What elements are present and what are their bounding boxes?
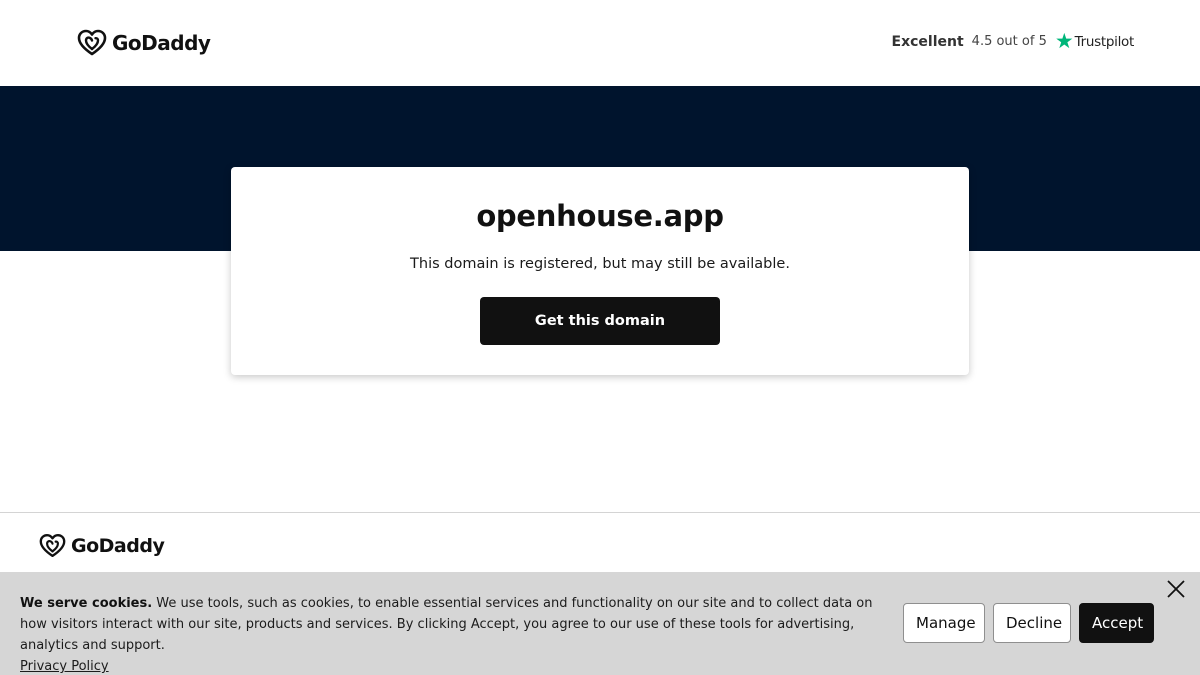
footer-divider [0, 512, 1200, 513]
close-icon[interactable] [1165, 578, 1187, 600]
domain-name: openhouse.app [476, 199, 724, 233]
cookie-actions: Manage Decline Accept [903, 603, 1154, 643]
rating-score: 4.5 out of 5 [971, 34, 1047, 49]
domain-card: openhouse.app This domain is registered,… [231, 167, 969, 375]
trustpilot-rating[interactable]: Excellent 4.5 out of 5 ★ Trustpilot [891, 29, 1135, 53]
decline-cookies-button[interactable]: Decline [993, 603, 1071, 643]
site-header: GoDaddy Excellent 4.5 out of 5 ★ Trustpi… [0, 0, 1200, 86]
footer-godaddy-logo[interactable]: GoDaddy [39, 533, 165, 558]
brand-name: GoDaddy [112, 30, 211, 55]
trustpilot-wordmark: Trustpilot [1074, 33, 1135, 50]
domain-status-message: This domain is registered, but may still… [410, 256, 790, 272]
trustpilot-star-icon: ★ [1054, 29, 1074, 53]
get-this-domain-button[interactable]: Get this domain [480, 297, 720, 345]
godaddy-logo[interactable]: GoDaddy [77, 29, 211, 56]
accept-cookies-button[interactable]: Accept [1079, 603, 1154, 643]
privacy-policy-link[interactable]: Privacy Policy [20, 659, 109, 674]
manage-cookies-button[interactable]: Manage [903, 603, 985, 643]
cookie-heading: We serve cookies. [20, 596, 153, 611]
cookie-message: We serve cookies. We use tools, such as … [20, 593, 900, 675]
cookie-banner: We serve cookies. We use tools, such as … [0, 572, 1200, 675]
godaddy-heart-logo-icon [39, 533, 66, 558]
rating-label: Excellent [891, 33, 964, 50]
godaddy-heart-logo-icon [77, 29, 107, 56]
footer-brand-name: GoDaddy [71, 534, 165, 557]
